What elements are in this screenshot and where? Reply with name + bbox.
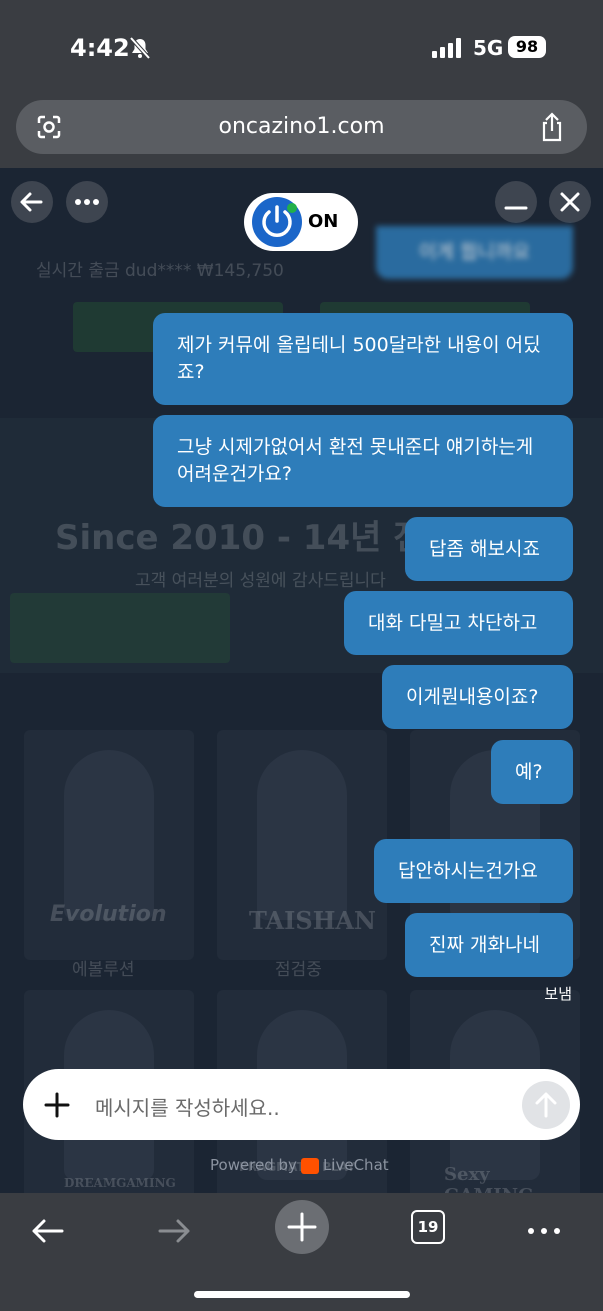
tab-switcher-button[interactable]: 19 (411, 1210, 445, 1244)
battery-icon: 98 (508, 36, 546, 58)
chips-image (10, 593, 230, 663)
powered-by-text: Powered by (210, 1156, 297, 1174)
ellipsis-icon (75, 199, 99, 205)
provider-status: 점검중 (275, 960, 322, 980)
arrow-left-icon (20, 192, 43, 212)
message-bubble-truncated: 이게 뭡니까요 (376, 226, 573, 279)
new-tab-button[interactable] (275, 1200, 329, 1254)
provider-logo: Sexy GAMING (444, 1164, 534, 1193)
provider-status: 에볼루션 (72, 960, 135, 980)
message-bubble: 그냥 시제가없어서 환전 못내준다 얘기하는게 어려운건가요? (153, 415, 573, 507)
livechat-logo-icon (300, 1157, 319, 1174)
power-icon (262, 203, 297, 237)
dealer-image (257, 750, 347, 920)
provider-logo: TAISHAN (249, 906, 376, 935)
address-bar[interactable]: oncazino1.com (16, 100, 587, 154)
on-label: ON (308, 211, 339, 232)
plus-icon (287, 1212, 317, 1242)
hero-subtitle: 고객 여러분의 성원에 감사드립니다 (135, 571, 386, 591)
provider-card: TAISHAN (217, 730, 387, 960)
message-bubble: 제가 커뮤에 올립테니 500달라한 내용이 어딨죠? (153, 313, 573, 405)
livechat-brand: LiveChat (322, 1156, 389, 1174)
provider-logo: DREAMGAMING (64, 1176, 176, 1190)
provider-logo: Evolution (50, 902, 167, 927)
url-text[interactable]: oncazino1.com (16, 114, 587, 139)
forward-arrow-icon[interactable] (152, 1209, 196, 1253)
back-button[interactable] (11, 181, 53, 223)
send-button[interactable] (522, 1081, 570, 1129)
back-arrow-icon[interactable] (26, 1209, 70, 1253)
minimize-icon (504, 206, 528, 210)
signal-icon (432, 38, 461, 58)
menu-ellipsis-icon[interactable] (522, 1209, 566, 1253)
close-button[interactable] (549, 181, 591, 223)
message-bubble: 대화 다밀고 차단하고 (344, 591, 573, 655)
share-icon[interactable] (539, 112, 565, 142)
network-type: 5G (473, 36, 504, 60)
close-icon (560, 192, 580, 212)
powered-by[interactable]: Powered by LiveChat (210, 1156, 389, 1174)
clock: 4:42 (70, 34, 130, 62)
oncasino-logo (252, 197, 302, 247)
hero-title: Since 2010 - 14년 전 (55, 518, 425, 558)
arrow-up-icon (535, 1092, 557, 1118)
oncasino-status-badge: ON (244, 193, 358, 251)
status-bar: 4:42 5G 98 (0, 0, 603, 92)
withdraw-ticker: 실시간 출금 dud**** ₩145,750 (36, 261, 284, 281)
browser-toolbar: oncazino1.com (0, 92, 603, 168)
dealer-image (64, 750, 154, 920)
add-attachment-icon[interactable] (43, 1091, 71, 1119)
message-bubble: 답좀 해보시죠 (405, 517, 573, 581)
bell-muted-icon (129, 37, 151, 59)
message-bubble: 이게뭔내용이죠? (382, 665, 573, 729)
message-bubble: 진짜 개화나네 (405, 913, 573, 977)
minimize-button[interactable] (495, 181, 537, 223)
provider-card: Evolution (24, 730, 194, 960)
message-composer[interactable]: 메시지를 작성하세요.. (23, 1069, 580, 1140)
message-bubble: 예? (491, 740, 573, 804)
message-input[interactable]: 메시지를 작성하세요.. (95, 1092, 280, 1121)
more-options-button[interactable] (66, 181, 108, 223)
message-bubble: 답안하시는건가요 (374, 839, 573, 903)
home-indicator[interactable] (194, 1291, 410, 1298)
message-sent-status: 보냄 (544, 985, 572, 1003)
